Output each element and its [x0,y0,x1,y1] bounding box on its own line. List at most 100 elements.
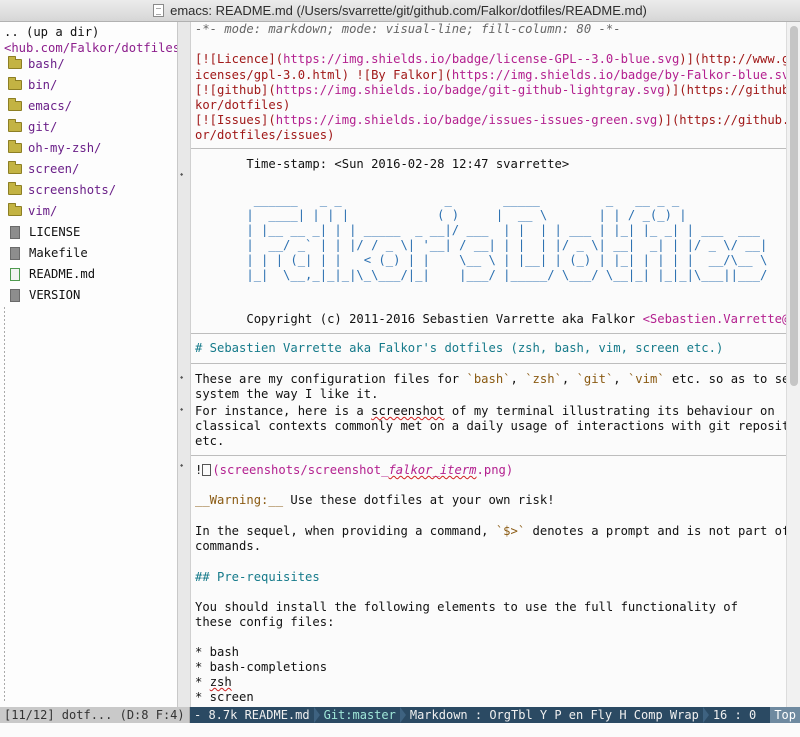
file-modeline-comment: -*- mode: markdown; mode: visual-line; f… [195,22,621,36]
file-icon [10,288,20,302]
heading-2: ## Pre-requisites [195,570,320,584]
tree-dir-screen[interactable]: screen/ [8,159,79,179]
fringe-mark: ⬩ [180,405,184,415]
paragraph-2-line-1: For instance, here is a screenshot of my… [195,404,775,418]
folder-icon [8,182,22,195]
scrollbar-thumb[interactable] [790,26,798,386]
ascii-art-line: ______ _ _ _ _____ _ __ _ _ [195,193,680,207]
list-item: * zsh [195,675,232,689]
tree-file-makefile[interactable]: Makefile [8,243,88,263]
tree-dir-label: emacs/ [28,99,73,113]
buffer-size-name: - 8.7k README.md [194,708,310,722]
tree-dir-screenshots[interactable]: screenshots/ [8,180,116,200]
section-rule [191,148,800,149]
tree-file-license[interactable]: LICENSE [8,222,80,242]
folder-icon [8,56,22,69]
badge-line-1b: icenses/gpl-3.0.html) ![By Falkor](https… [195,68,800,82]
git-branch[interactable]: Git:master [320,707,400,723]
tree-dir-label: vim/ [28,204,58,218]
warning-line: __Warning:__ Use these dotfiles at your … [195,493,555,507]
sidebar-modeline: [11/12] dotf... (D:8 F:4) [0,707,190,723]
markdown-file-icon [10,267,20,281]
tree-file-readme[interactable]: README.md [8,264,95,284]
cursor-position: 16 : 0 [712,708,757,722]
image-link[interactable]: (screenshots/screenshot_falkor_iterm.png… [212,463,513,477]
tree-dir-bash[interactable]: bash/ [8,54,65,74]
tree-dir-emacs[interactable]: emacs/ [8,96,72,116]
tree-file-version[interactable]: VERSION [8,285,80,305]
major-minor-modes[interactable]: Markdown : OrgTbl Y P en Fly H Comp Wrap [406,707,703,723]
fringe-mark: ⬩ [180,170,184,180]
section-rule [191,363,800,364]
copyright-line: Copyright (c) 2011-2016 Sebastien Varret… [195,311,800,327]
list-item: * screen [195,690,254,704]
section-rule [191,455,800,456]
folder-icon [8,77,22,90]
tree-file-label: Makefile [29,246,88,260]
timestamp-line: Time-stamp: <Sun 2016-02-28 12:47 svarre… [195,157,570,171]
tree-file-label: README.md [29,267,96,281]
tree-dir-bin[interactable]: bin/ [8,75,57,95]
folder-icon [8,98,22,111]
editor-buffer[interactable]: -*- mode: markdown; mode: visual-line; f… [191,22,800,707]
file-icon [10,246,20,260]
fringe-mark: ⬩ [180,461,184,471]
buffer-modeline: - 8.7k README.md Git:master Markdown : O… [190,707,800,723]
tree-file-label: LICENSE [29,225,81,239]
tree-dir-oh-my-zsh[interactable]: oh-my-zsh/ [8,138,101,158]
paragraph-2-line-2: classical contexts commonly met on a dai… [195,419,800,433]
paragraph-1-line-1: These are my configuration files for `ba… [195,372,797,386]
badge-line-2a: [![github](https://img.shields.io/badge/… [195,83,800,97]
editor-scrollbar[interactable] [786,22,800,707]
section-rule [191,333,800,334]
prereq-line-1: You should install the following element… [195,600,738,614]
badge-line-2b: kor/dotfiles) [195,98,291,112]
folder-icon [8,119,22,132]
tree-dir-git[interactable]: git/ [8,117,57,137]
tree-dashed-guide [4,307,5,702]
file-tree-sidebar: .. (up a dir) <hub.com/Falkor/dotfiles/ … [0,22,178,707]
tree-dir-label: bash/ [28,57,65,71]
ascii-art-line: | |__ __ _| | | _____ _ __|/ ___ | | | |… [195,223,760,237]
paragraph-1-line-2: system the way I like it. [195,387,379,401]
buffer-scroll-position: Top [770,707,800,723]
image-placeholder-icon [202,464,212,476]
sequel-line-1: In the sequel, when providing a command,… [195,524,800,538]
fringe-mark: ⬩ [180,373,184,383]
tree-file-label: VERSION [29,288,81,302]
prereq-line-2: these config files: [195,615,335,629]
tree-dir-label: screen/ [28,162,80,176]
paragraph-2-line-3: etc. [195,434,225,448]
document-icon [153,4,165,17]
badge-line-3a: [![Issues](https://img.shields.io/badge/… [195,113,800,127]
ascii-art-line: | | | (_| | | < (_) | | \__ \ | |__| | (… [195,253,768,267]
badge-line-3b: or/dotfiles/issues) [195,128,335,142]
minibuffer[interactable] [0,723,800,737]
sequel-line-2: commands. [195,539,262,553]
badge-url[interactable]: https://img.shields.io/badge/license-GPL… [283,52,679,66]
ascii-art-line: | ____| | | | ( ) | __ \ | | / _(_) | [195,208,687,222]
list-item: * bash-completions [195,660,328,674]
tree-dir-label: bin/ [28,78,58,92]
folder-icon [8,161,22,174]
tree-dir-label: screenshots/ [28,183,117,197]
heading-1: # Sebastien Varrette aka Falkor's dotfil… [195,341,724,355]
window-title: emacs: README.md (/Users/svarrette/git/g… [170,3,647,18]
ascii-art-line: |_| \__,_|_|_|\_\___/|_| |___/ |_____/ \… [195,268,768,282]
image-link-line: ! (screenshots/screenshot_falkor_iterm.pn… [195,463,514,477]
ascii-art-line: | __/ _` | | |/ / _ \| '__| / __| | | | … [195,238,768,252]
badge-url[interactable]: https://img.shields.io/badge/by-Falkor-b… [452,68,797,82]
tree-dir-vim[interactable]: vim/ [8,201,57,221]
folder-icon [8,140,22,153]
folder-icon [8,203,22,216]
badge-line-1a: [![Licence](https://img.shields.io/badge… [195,52,800,66]
window-titlebar: emacs: README.md (/Users/svarrette/git/g… [0,0,800,22]
list-item: * bash [195,645,240,659]
editor-fringe: ⬩ ⬩ ⬩ ⬩ [178,22,190,707]
badge-url[interactable]: https://img.shields.io/badge/git-github-… [276,83,665,97]
modeline: [11/12] dotf... (D:8 F:4) - 8.7k README.… [0,707,800,723]
tree-dir-label: git/ [28,120,58,134]
author-email[interactable]: <Sebastien.Varrette@uni.lu> [643,312,800,326]
tree-dir-label: oh-my-zsh/ [28,141,102,155]
badge-url[interactable]: https://img.shields.io/badge/issues-issu… [276,113,658,127]
